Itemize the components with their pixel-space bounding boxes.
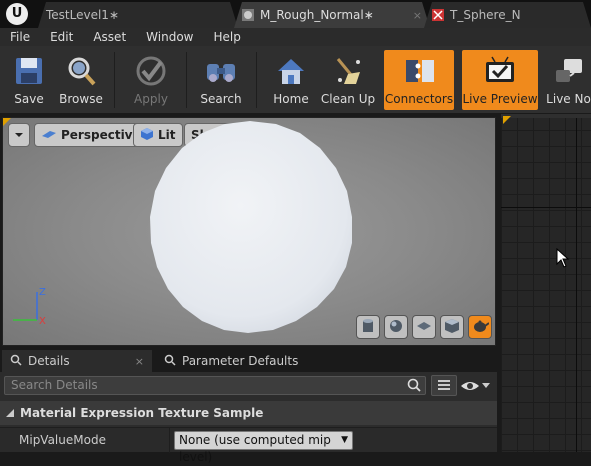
pointer-cursor-icon — [556, 248, 570, 268]
magnifier-icon — [407, 378, 421, 397]
chevron-down-icon: ▼ — [341, 435, 348, 445]
property-row-mipvaluemode: MipValueMode None (use computed mip leve… — [0, 427, 497, 464]
save-button[interactable]: Save — [6, 50, 52, 110]
search-details-input[interactable]: Search Details — [4, 376, 426, 395]
magnifier-icon — [164, 354, 176, 369]
search-icon — [204, 54, 238, 88]
graph-header-strip — [501, 114, 591, 118]
tab-label: T_Sphere_N — [450, 8, 521, 22]
browse-icon — [64, 54, 98, 88]
tab-t-sphere-n[interactable]: T_Sphere_N — [424, 2, 591, 28]
plane-icon — [416, 320, 432, 335]
live-preview-button[interactable]: Live Preview — [462, 50, 538, 110]
menu-asset[interactable]: Asset — [83, 28, 136, 46]
teapot-icon — [471, 319, 490, 336]
close-icon[interactable]: × — [135, 355, 144, 368]
preview-teapot-button[interactable] — [468, 315, 492, 339]
chevron-down-icon — [14, 128, 24, 142]
unreal-logo-icon[interactable]: U — [6, 3, 28, 25]
tab-parameter-defaults[interactable]: Parameter Defaults — [156, 350, 306, 372]
close-icon[interactable]: × — [413, 9, 422, 22]
collapse-arrow-icon — [6, 409, 14, 417]
details-panel: Search Details Material Expression Textu… — [0, 372, 497, 464]
preview-cube-button[interactable] — [440, 315, 464, 339]
perspective-icon — [41, 128, 57, 143]
graph-grid-line — [576, 114, 577, 452]
document-tab-bar: U TestLevel1∗ M_Rough_Normal∗ × T_Sphere… — [0, 0, 591, 28]
connectors-icon — [402, 54, 436, 88]
axis-z-label: Z — [39, 287, 46, 298]
tab-label: M_Rough_Normal∗ — [260, 8, 374, 22]
browse-button[interactable]: Browse — [58, 50, 104, 110]
connectors-button[interactable]: Connectors — [384, 50, 454, 110]
save-icon — [12, 54, 46, 88]
search-button[interactable]: Search — [198, 50, 244, 110]
corner-marker — [503, 116, 511, 124]
menu-edit[interactable]: Edit — [40, 28, 83, 46]
magnifier-icon — [10, 354, 22, 369]
material-graph-canvas[interactable] — [501, 114, 591, 452]
menu-bar: File Edit Asset Window Help — [0, 28, 591, 46]
preview-plane-button[interactable] — [412, 315, 436, 339]
toolbar: Save Browse Apply Search Home Clean Up C… — [0, 46, 591, 114]
category-material-expression-texture-sample[interactable]: Material Expression Texture Sample — [0, 401, 497, 425]
column-divider[interactable] — [169, 428, 170, 453]
cleanup-icon — [331, 54, 365, 88]
sphere-icon — [388, 318, 404, 337]
tab-details[interactable]: Details × — [2, 350, 152, 372]
list-view-icon — [438, 380, 450, 390]
axis-x-label: X — [39, 316, 46, 326]
texture-icon — [432, 9, 444, 21]
preview-cylinder-button[interactable] — [356, 315, 380, 339]
live-nodes-button[interactable]: Live No — [546, 50, 591, 110]
toolbar-separator — [186, 52, 187, 108]
menu-window[interactable]: Window — [136, 28, 203, 46]
apply-button[interactable]: Apply — [128, 50, 174, 110]
axis-gizmo: Z X — [13, 287, 46, 326]
menu-help[interactable]: Help — [203, 28, 250, 46]
preview-sphere — [150, 121, 352, 333]
viewport-options-button[interactable] — [8, 123, 30, 147]
tab-testlevel1[interactable]: TestLevel1∗ — [38, 2, 238, 28]
tab-label: TestLevel1∗ — [46, 8, 119, 22]
details-tab-bar: Details × Parameter Defaults — [0, 348, 497, 372]
toolbar-separator — [256, 52, 257, 108]
property-label: MipValueMode — [19, 433, 106, 447]
live-nodes-icon — [552, 54, 586, 88]
toolbar-separator — [114, 52, 115, 108]
chevron-down-icon — [482, 382, 490, 388]
live-preview-icon — [483, 54, 517, 88]
preview-sphere-button[interactable] — [384, 315, 408, 339]
preview-viewport[interactable]: Perspective Lit Show Z X — [2, 117, 496, 346]
perspective-button[interactable]: Perspective — [34, 123, 148, 147]
cylinder-icon — [361, 318, 375, 337]
menu-file[interactable]: File — [0, 28, 40, 46]
mipvaluemode-dropdown[interactable]: None (use computed mip level) ▼ — [174, 431, 353, 464]
home-icon — [274, 54, 308, 88]
graph-grid-line — [501, 207, 591, 208]
tab-m-rough-normal[interactable]: M_Rough_Normal∗ × — [234, 2, 430, 28]
apply-icon — [134, 54, 168, 88]
view-options-button[interactable] — [431, 375, 457, 396]
cube-icon — [444, 318, 460, 337]
cleanup-button[interactable]: Clean Up — [320, 50, 376, 110]
material-icon — [242, 9, 254, 21]
eye-icon — [461, 381, 479, 390]
visibility-dropdown[interactable] — [460, 375, 494, 396]
home-button[interactable]: Home — [268, 50, 314, 110]
